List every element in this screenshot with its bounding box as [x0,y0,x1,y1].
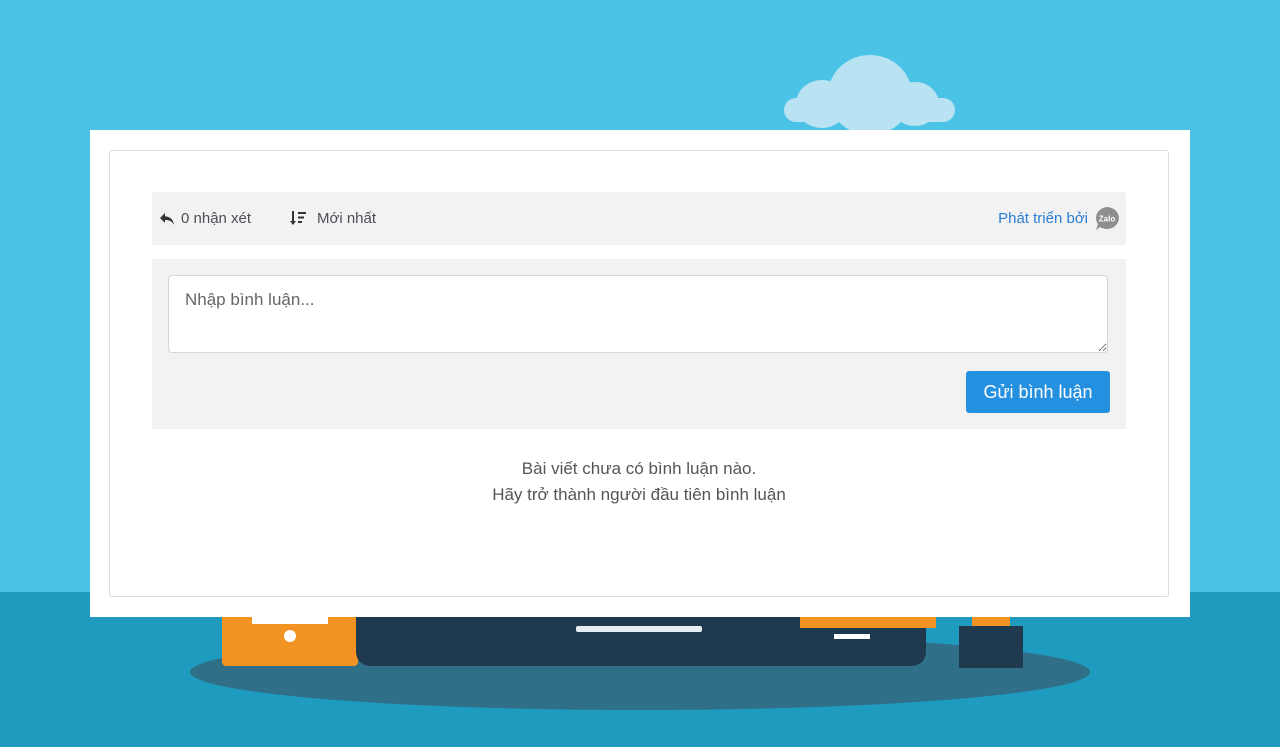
comments-toolbar: 0 nhận xét Mới nhất Phát triển bởi Zalo [152,192,1126,245]
zalo-logo-icon: Zalo [1094,206,1120,232]
comment-input[interactable] [168,275,1108,353]
cloud-shape [784,55,955,135]
empty-message-line-1: Bài viết chưa có bình luận nào. [521,459,757,478]
sort-descending-icon [289,210,307,228]
zalo-logo-text: Zalo [1099,214,1116,223]
powered-by-link[interactable]: Phát triển bởi Zalo [998,192,1120,245]
cup-shape [959,612,1023,668]
comments-panel: 0 nhận xét Mới nhất Phát triển bởi Zalo … [90,130,1190,617]
reply-arrow-icon [158,210,176,228]
sort-dropdown[interactable]: Mới nhất [289,192,376,245]
page-background: 0 nhận xét Mới nhất Phát triển bởi Zalo … [0,0,1280,747]
empty-message-line-2: Hãy trở thành người đầu tiên bình luận [492,485,786,504]
comment-count-label: 0 nhận xét [181,210,252,227]
powered-by-label: Phát triển bởi [998,210,1088,227]
empty-comments-message: Bài viết chưa có bình luận nào. Hãy trở … [110,456,1168,508]
comment-count[interactable]: 0 nhận xét [158,192,251,245]
comment-composer: Gửi bình luận [152,259,1126,429]
comments-card: 0 nhận xét Mới nhất Phát triển bởi Zalo … [109,150,1169,597]
sort-label: Mới nhất [317,210,377,227]
submit-comment-button[interactable]: Gửi bình luận [966,371,1110,413]
